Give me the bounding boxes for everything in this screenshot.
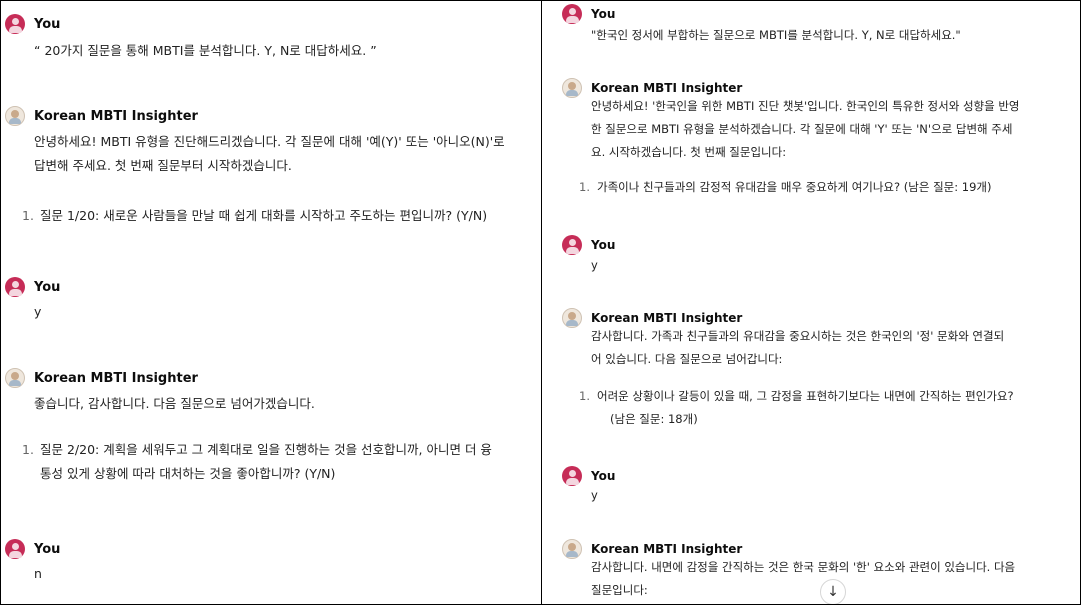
- list-number: 1.: [22, 442, 34, 457]
- scroll-to-bottom-button[interactable]: ↓: [820, 579, 846, 604]
- list-text: 질문 1/20: 새로운 사람들을 만날 때 쉽게 대화를 시작하고 주도하는 …: [40, 208, 488, 223]
- message-line: 답변해 주세요. 첫 번째 질문부터 시작하겠습니다.: [34, 158, 292, 173]
- author-name: You: [591, 238, 616, 252]
- list-text: 가족이나 친구들과의 감정적 유대감을 매우 중요하게 여기나요? (남은 질문…: [597, 180, 992, 194]
- assistant-avatar: [5, 368, 25, 388]
- chat-panel-right: You "한국인 정서에 부합하는 질문으로 MBTI를 분석합니다. Y, N…: [541, 0, 1081, 605]
- chat-panel-left: You “ 20가지 질문을 통해 MBTI를 분석합니다. Y, N로 대답하…: [0, 0, 542, 605]
- message-text: n: [34, 566, 42, 581]
- list-text: 어려운 상황이나 갈등이 있을 때, 그 감정을 표현하기보다는 내면에 간직하…: [597, 385, 1014, 431]
- list-line: (남은 질문: 18개): [610, 412, 698, 426]
- assistant-avatar: [5, 106, 25, 126]
- list-line: 어려운 상황이나 갈등이 있을 때, 그 감정을 표현하기보다는 내면에 간직하…: [597, 389, 1014, 403]
- author-name: Korean MBTI Insighter: [34, 370, 198, 386]
- message-text: "한국인 정서에 부합하는 질문으로 MBTI를 분석합니다. Y, N로 대답…: [591, 28, 961, 42]
- list-line: 통성 있게 상황에 따라 대처하는 것을 좋아합니까? (Y/N): [40, 466, 336, 481]
- message-text: 안녕하세요! MBTI 유형을 진단해드리겠습니다. 각 질문에 대해 '예(Y…: [34, 130, 505, 178]
- message-line: 어 있습니다. 다음 질문으로 넘어갑니다:: [591, 352, 783, 366]
- assistant-avatar: [562, 78, 582, 98]
- user-avatar: [562, 466, 582, 486]
- assistant-avatar: [562, 308, 582, 328]
- message-line: 질문입니다:: [591, 583, 648, 597]
- author-name: Korean MBTI Insighter: [591, 542, 743, 556]
- author-name: You: [34, 279, 61, 295]
- user-avatar: [5, 14, 25, 34]
- assistant-avatar: [562, 539, 582, 559]
- message-line: 감사합니다. 가족과 친구들과의 유대감을 중요시하는 것은 한국인의 '정' …: [591, 329, 1005, 343]
- message-line: 감사합니다. 내면에 감정을 간직하는 것은 한국 문화의 '한' 요소와 관련…: [591, 560, 1016, 574]
- author-name: Korean MBTI Insighter: [591, 81, 743, 95]
- user-avatar: [562, 4, 582, 24]
- user-avatar: [5, 539, 25, 559]
- message-line: 한 질문으로 MBTI 유형을 분석하겠습니다. 각 질문에 대해 'Y' 또는…: [591, 122, 1013, 136]
- arrow-down-icon: ↓: [827, 584, 839, 600]
- user-avatar: [562, 235, 582, 255]
- message-text: 감사합니다. 내면에 감정을 간직하는 것은 한국 문화의 '한' 요소와 관련…: [591, 556, 1015, 602]
- message-line: 안녕하세요! MBTI 유형을 진단해드리겠습니다. 각 질문에 대해 '예(Y…: [34, 134, 505, 149]
- author-name: You: [591, 469, 616, 483]
- message-text: y: [591, 258, 598, 272]
- list-text: 질문 2/20: 계획을 세워두고 그 계획대로 일을 진행하는 것을 선호합니…: [40, 438, 492, 486]
- message-text: 좋습니다, 감사합니다. 다음 질문으로 넘어가겠습니다.: [34, 396, 315, 411]
- list-number: 1.: [579, 180, 590, 194]
- author-name: Korean MBTI Insighter: [34, 108, 198, 124]
- user-avatar: [5, 277, 25, 297]
- message-text: 감사합니다. 가족과 친구들과의 유대감을 중요시하는 것은 한국인의 '정' …: [591, 325, 1004, 371]
- author-name: You: [34, 16, 61, 32]
- message-text: y: [591, 488, 598, 502]
- message-line: 안녕하세요! '한국인을 위한 MBTI 진단 챗봇'입니다. 한국인의 특유한…: [591, 99, 1020, 113]
- author-name: Korean MBTI Insighter: [591, 311, 743, 325]
- message-text: “ 20가지 질문을 통해 MBTI를 분석합니다. Y, N로 대답하세요. …: [34, 43, 377, 58]
- message-text: 안녕하세요! '한국인을 위한 MBTI 진단 챗봇'입니다. 한국인의 특유한…: [591, 95, 1020, 164]
- list-number: 1.: [22, 208, 34, 223]
- message-text: y: [34, 304, 42, 319]
- author-name: You: [591, 7, 616, 21]
- list-number: 1.: [579, 389, 590, 403]
- list-line: 질문 2/20: 계획을 세워두고 그 계획대로 일을 진행하는 것을 선호합니…: [40, 442, 492, 457]
- author-name: You: [34, 541, 61, 557]
- message-line: 요. 시작하겠습니다. 첫 번째 질문입니다:: [591, 145, 787, 159]
